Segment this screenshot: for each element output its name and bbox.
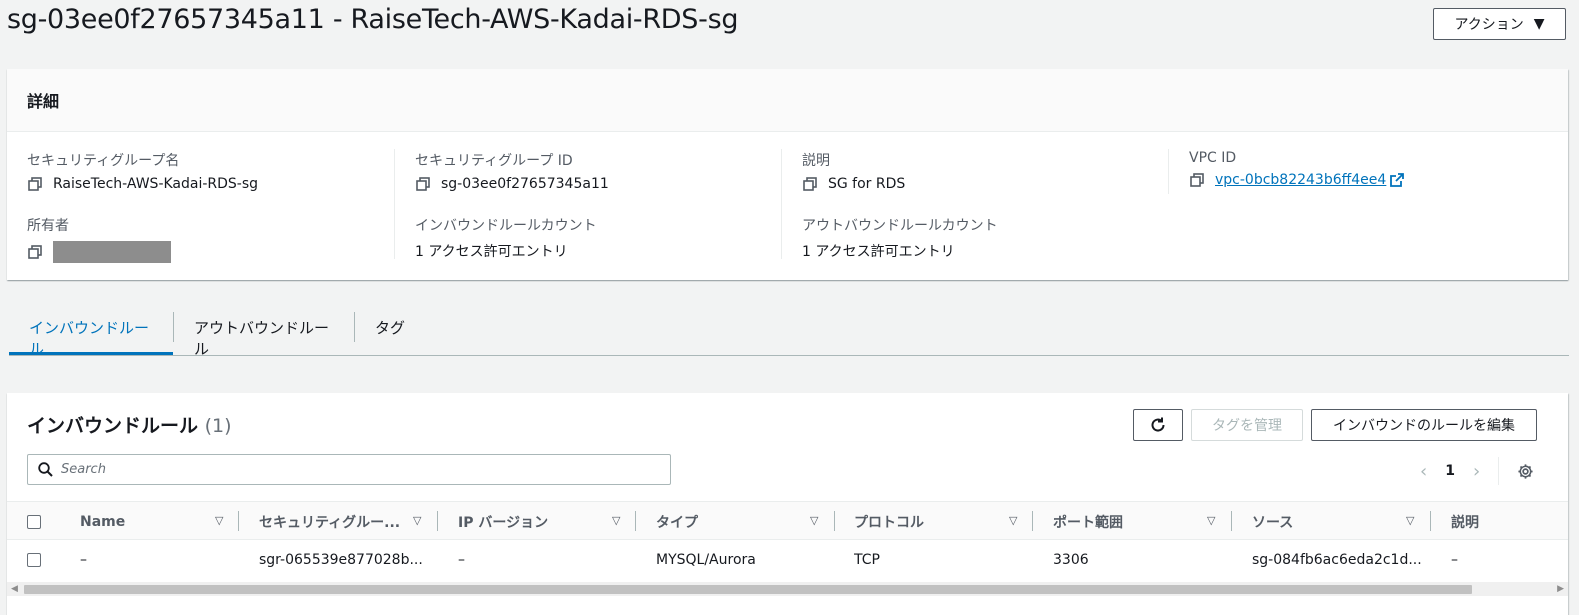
copy-icon[interactable] — [415, 176, 431, 192]
inbound-count-value: 1 アクセス許可エントリ — [415, 244, 568, 260]
divider — [781, 149, 782, 259]
col-separator[interactable] — [834, 511, 835, 531]
field-sg-id: セキュリティグループ ID sg-03ee0f27657345a11 — [415, 150, 609, 192]
outbound-count-label: アウトバウンドルールカウント — [802, 218, 998, 234]
search-icon — [38, 462, 53, 477]
inbound-count-label: インバウンドルールカウント — [415, 218, 597, 234]
scroll-right-icon[interactable]: ▶ — [1557, 582, 1564, 596]
tab-tags[interactable]: タグ — [355, 311, 425, 355]
tab-outbound-rules[interactable]: アウトバウンドルール — [174, 311, 354, 358]
prev-page-icon[interactable]: ‹ — [1420, 461, 1427, 482]
manage-tags-button[interactable]: タグを管理 — [1191, 409, 1303, 441]
vpc-label: VPC ID — [1189, 150, 1237, 166]
next-page-icon[interactable]: › — [1473, 461, 1480, 482]
settings-icon[interactable] — [1517, 463, 1534, 480]
sg-name-label: セキュリティグループ名 — [27, 153, 180, 169]
divider — [1498, 457, 1500, 485]
copy-icon[interactable] — [1189, 172, 1205, 188]
col-security-group-rule[interactable]: セキュリティグルー... — [259, 502, 409, 541]
tab-bar: インバウンドルール アウトバウンドルール タグ — [9, 311, 1569, 358]
rules-title: インバウンドルール (1) — [27, 411, 232, 438]
refresh-button[interactable] — [1133, 409, 1183, 441]
cell-description: – — [1451, 551, 1458, 568]
row-checkbox[interactable] — [27, 552, 41, 567]
cell-ip-version: – — [458, 551, 465, 568]
row-select-cell — [27, 540, 47, 579]
sg-id-value: sg-03ee0f27657345a11 — [441, 176, 609, 192]
copy-icon[interactable] — [27, 176, 43, 192]
tab-inbound-rules[interactable]: インバウンドルール — [9, 311, 173, 358]
caret-down-icon: ▼ — [1533, 16, 1545, 32]
owner-redacted — [53, 241, 171, 263]
col-ip-version[interactable]: IP バージョン — [458, 502, 598, 541]
field-description: 説明 SG for RDS — [802, 150, 905, 192]
col-port-range[interactable]: ポート範囲 — [1053, 502, 1193, 541]
sort-icon[interactable]: ▽ — [1009, 514, 1017, 527]
sort-icon[interactable]: ▽ — [215, 514, 223, 527]
cell-protocol: TCP — [854, 551, 880, 568]
cell-source: sg-084fb6ac6eda2c1d... — [1252, 551, 1422, 568]
col-source[interactable]: ソース — [1252, 502, 1392, 541]
select-all-cell — [27, 502, 47, 541]
divider — [1168, 149, 1169, 194]
sg-name-value: RaiseTech-AWS-Kadai-RDS-sg — [53, 176, 259, 192]
table-header: Name ▽ セキュリティグルー... ▽ IP バージョン ▽ タイプ ▽ プ… — [7, 501, 1568, 540]
details-panel: 詳細 セキュリティグループ名 RaiseTech-AWS-Kadai-RDS-s… — [7, 69, 1568, 280]
pagination: ‹ 1 › — [1420, 457, 1534, 485]
external-link-icon[interactable] — [1390, 173, 1405, 187]
cell-name: – — [80, 551, 87, 568]
divider — [394, 149, 395, 259]
inbound-rules-panel: インバウンドルール (1) タグを管理 インバウンドのルールを編集 ‹ 1 › … — [7, 393, 1568, 615]
col-separator[interactable] — [238, 511, 239, 531]
col-description[interactable]: 説明 — [1451, 502, 1551, 541]
cell-type: MYSQL/Aurora — [656, 551, 756, 568]
outbound-count-value: 1 アクセス許可エントリ — [802, 244, 955, 260]
field-owner: 所有者 — [27, 215, 171, 263]
copy-icon[interactable] — [27, 244, 43, 260]
col-separator[interactable] — [1231, 511, 1232, 531]
refresh-icon — [1151, 417, 1165, 432]
scrollbar-thumb[interactable] — [24, 585, 1472, 594]
owner-label: 所有者 — [27, 218, 69, 234]
description-value: SG for RDS — [828, 176, 906, 192]
page-number[interactable]: 1 — [1445, 463, 1455, 479]
sort-icon[interactable]: ▽ — [810, 514, 818, 527]
actions-button[interactable]: アクション ▼ — [1433, 8, 1566, 40]
cell-port-range: 3306 — [1053, 551, 1089, 568]
sort-icon[interactable]: ▽ — [1406, 514, 1414, 527]
field-inbound-count: インバウンドルールカウント 1 アクセス許可エントリ — [415, 215, 597, 261]
field-outbound-count: アウトバウンドルールカウント 1 アクセス許可エントリ — [802, 215, 998, 261]
rules-title-text: インバウンドルール — [27, 415, 199, 437]
table-row[interactable]: – sgr-065539e877028b... – MYSQL/Aurora T… — [7, 540, 1568, 579]
col-separator[interactable] — [1032, 511, 1033, 531]
col-separator[interactable] — [635, 511, 636, 531]
select-all-checkbox[interactable] — [27, 514, 41, 529]
field-vpc-id: VPC ID vpc-0bcb82243b6ff4ee4 — [1189, 150, 1405, 188]
search-input[interactable] — [61, 462, 641, 477]
scroll-left-icon[interactable]: ◀ — [11, 582, 18, 596]
search-box — [27, 454, 671, 485]
col-protocol[interactable]: プロトコル — [854, 502, 994, 541]
sort-icon[interactable]: ▽ — [413, 514, 421, 527]
col-separator[interactable] — [1430, 511, 1431, 531]
details-header: 詳細 — [7, 69, 1568, 132]
actions-label: アクション — [1454, 17, 1524, 33]
copy-icon[interactable] — [802, 176, 818, 192]
page-title: sg-03ee0f27657345a11 - RaiseTech-AWS-Kad… — [7, 4, 739, 35]
rules-count: (1) — [204, 415, 232, 437]
field-sg-name: セキュリティグループ名 RaiseTech-AWS-Kadai-RDS-sg — [27, 150, 258, 192]
col-separator[interactable] — [437, 511, 438, 531]
sg-id-label: セキュリティグループ ID — [415, 153, 573, 169]
sort-icon[interactable]: ▽ — [1207, 514, 1215, 527]
col-name[interactable]: Name — [80, 502, 210, 541]
vpc-link[interactable]: vpc-0bcb82243b6ff4ee4 — [1215, 172, 1386, 188]
horizontal-scrollbar[interactable]: ◀ ▶ — [7, 582, 1568, 596]
edit-inbound-rules-button[interactable]: インバウンドのルールを編集 — [1311, 409, 1537, 441]
col-type[interactable]: タイプ — [656, 502, 796, 541]
description-label: 説明 — [802, 153, 830, 169]
cell-rule-id: sgr-065539e877028b... — [259, 551, 423, 568]
sort-icon[interactable]: ▽ — [612, 514, 620, 527]
